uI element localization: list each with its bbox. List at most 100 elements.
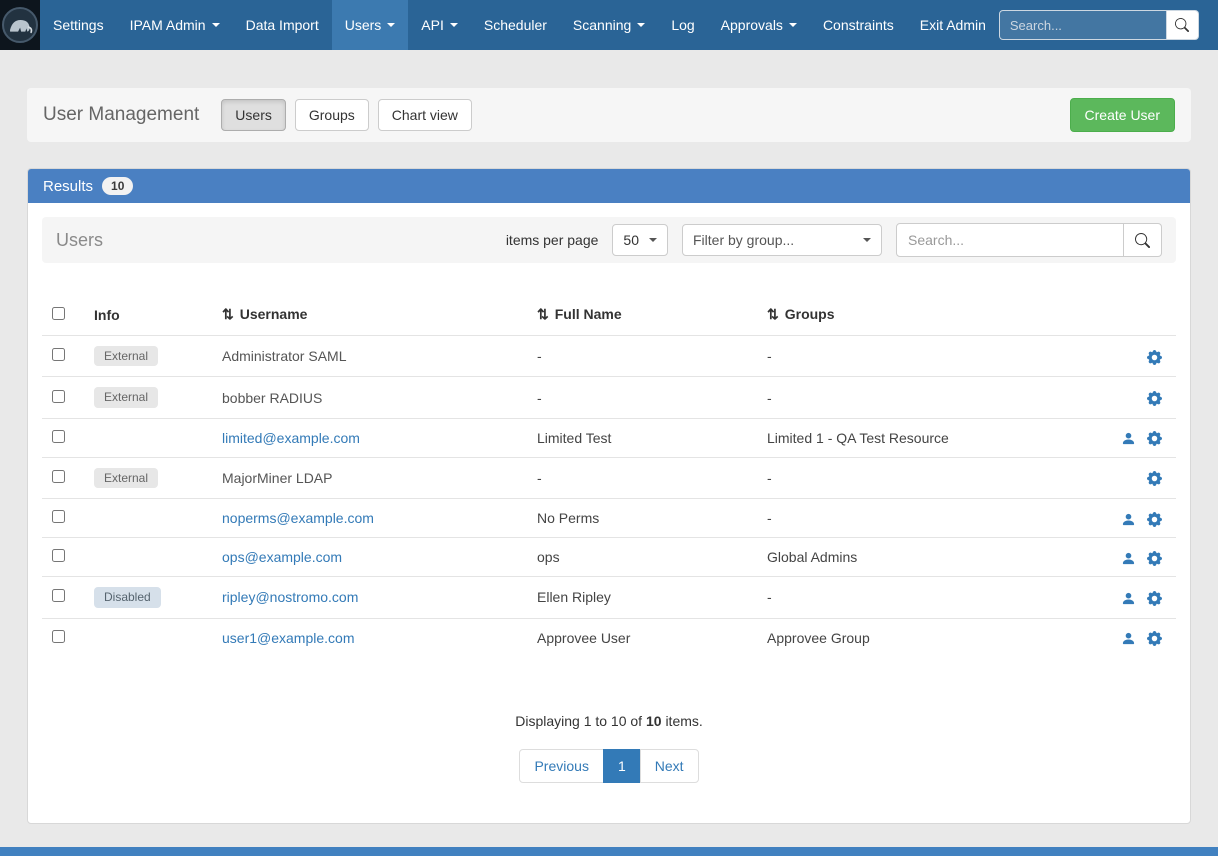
nav-item-scheduler[interactable]: Scheduler [471,0,560,50]
view-tabs: Users Groups Chart view [221,99,472,131]
nav-item-ipam-admin[interactable]: IPAM Admin [117,0,233,50]
user-profile-icon[interactable] [1121,631,1136,646]
full-name: - [529,336,759,377]
nav-item-scanning[interactable]: Scanning [560,0,658,50]
username: bobber RADIUS [222,390,322,406]
user-profile-icon[interactable] [1121,591,1136,606]
column-header-info: Info [86,297,214,336]
account-menu[interactable] [1199,17,1218,33]
column-header-username[interactable]: Username [214,297,529,336]
caret-down-icon [789,23,797,27]
nav-item-log[interactable]: Log [658,0,707,50]
caret-down-icon [387,23,395,27]
table-row: Externalbobber RADIUS-- [42,377,1176,418]
table-row: limited@example.com Limited TestLimited 1… [42,418,1176,457]
mammoth-logo-icon [0,5,40,45]
results-count-badge: 10 [102,177,133,195]
username: Administrator SAML [222,348,346,364]
tab-groups[interactable]: Groups [295,99,369,131]
pagination-page-1[interactable]: 1 [603,749,641,783]
users-section-bar: Users items per page 50 Filter by group.… [42,217,1176,263]
nav-item-api[interactable]: API [408,0,471,50]
row-checkbox[interactable] [52,510,65,523]
create-user-button[interactable]: Create User [1070,98,1175,132]
users-table: Info Username Full Name Groups ExternalA… [42,297,1176,657]
table-search-button[interactable] [1124,223,1162,257]
table-row: user1@example.com Approvee UserApprovee G… [42,618,1176,657]
gear-icon[interactable] [1147,471,1162,486]
table-row: ExternalAdministrator SAML-- [42,336,1176,377]
nav-item-exit-admin[interactable]: Exit Admin [907,0,999,50]
table-search-input[interactable] [896,223,1124,257]
row-checkbox[interactable] [52,470,65,483]
search-icon [1135,233,1150,248]
nav-item-constraints[interactable]: Constraints [810,0,907,50]
table-row: ExternalMajorMiner LDAP-- [42,457,1176,498]
username[interactable]: ripley@nostromo.com [222,589,358,605]
display-summary: Displaying 1 to 10 of 10 items. [42,713,1176,729]
full-name: Ellen Ripley [529,577,759,618]
pagination-next[interactable]: Next [640,749,699,783]
caret-down-icon [637,23,645,27]
row-checkbox[interactable] [52,390,65,403]
row-checkbox[interactable] [52,589,65,602]
pagination-previous[interactable]: Previous [519,749,603,783]
user-profile-icon[interactable] [1121,512,1136,527]
gear-icon[interactable] [1147,631,1162,646]
username[interactable]: ops@example.com [222,549,342,565]
username[interactable]: limited@example.com [222,430,360,446]
row-checkbox[interactable] [52,430,65,443]
gear-icon[interactable] [1147,431,1162,446]
user-profile-icon[interactable] [1121,431,1136,446]
username: MajorMiner LDAP [222,470,332,486]
items-per-page-label: items per page [506,232,599,248]
table-row: noperms@example.com No Perms- [42,499,1176,538]
username[interactable]: noperms@example.com [222,510,374,526]
row-checkbox[interactable] [52,348,65,361]
table-row: Disabled ripley@nostromo.com Ellen Ripley- [42,577,1176,618]
column-header-full-name[interactable]: Full Name [529,297,759,336]
select-all-checkbox[interactable] [52,307,65,320]
items-per-page-select[interactable]: 50 [612,224,668,256]
full-name: - [529,377,759,418]
gear-icon[interactable] [1147,591,1162,606]
sort-icon [537,306,549,322]
results-panel: Results 10 Users items per page 50 Filte… [27,168,1191,824]
section-title: Users [56,230,103,251]
gear-icon[interactable] [1147,551,1162,566]
tab-users[interactable]: Users [221,99,286,131]
full-name: Limited Test [529,418,759,457]
navbar-search-button[interactable] [1167,10,1199,40]
results-header: Results 10 [28,169,1190,203]
row-checkbox[interactable] [52,549,65,562]
gear-icon[interactable] [1147,350,1162,365]
groups: Global Admins [759,538,1064,577]
sort-icon [222,306,234,322]
groups: - [759,499,1064,538]
nav-menu: SettingsIPAM AdminData ImportUsersAPISch… [40,0,999,50]
tab-chart-view[interactable]: Chart view [378,99,472,131]
status-badge: Disabled [94,587,161,607]
user-profile-icon[interactable] [1121,551,1136,566]
groups: Approvee Group [759,618,1064,657]
groups: Limited 1 - QA Test Resource [759,418,1064,457]
row-checkbox[interactable] [52,630,65,643]
full-name: ops [529,538,759,577]
caret-down-icon [450,23,458,27]
nav-item-approvals[interactable]: Approvals [708,0,810,50]
group-filter-select[interactable]: Filter by group... [682,224,882,256]
groups: - [759,577,1064,618]
nav-item-data-import[interactable]: Data Import [233,0,332,50]
app-logo[interactable] [0,0,40,50]
full-name: Approvee User [529,618,759,657]
full-name: No Perms [529,499,759,538]
pagination: Previous 1 Next [519,749,698,783]
nav-item-users[interactable]: Users [332,0,409,50]
username[interactable]: user1@example.com [222,630,355,646]
page-header: User Management UsersGroupsChart view Cr… [27,88,1191,142]
gear-icon[interactable] [1147,391,1162,406]
nav-item-settings[interactable]: Settings [40,0,117,50]
gear-icon[interactable] [1147,512,1162,527]
navbar-search-input[interactable] [999,10,1167,40]
column-header-groups[interactable]: Groups [759,297,1064,336]
